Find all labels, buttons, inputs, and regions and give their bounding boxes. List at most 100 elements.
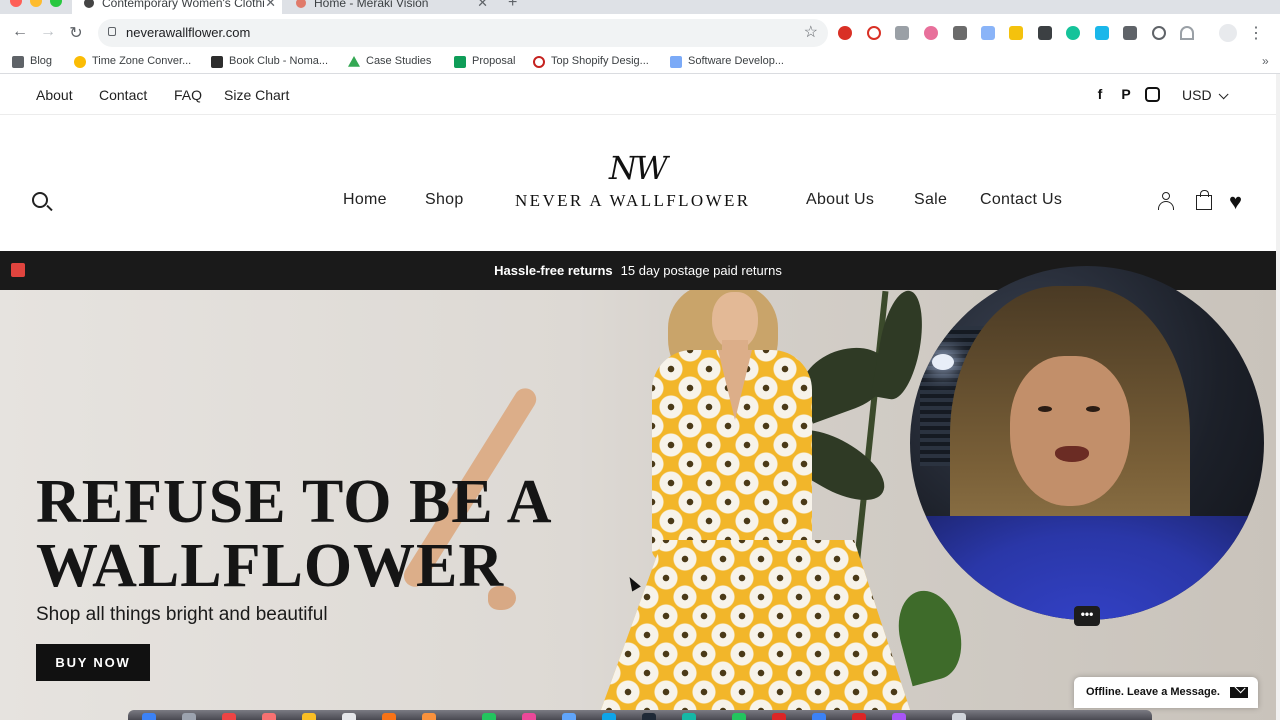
main-header: Home Shop NW NEVER A WALLFLOWER About Us… (0, 115, 1276, 251)
dock-app-icon[interactable] (682, 713, 696, 720)
envelope-icon (1230, 687, 1248, 698)
dock-app-icon[interactable] (732, 713, 746, 720)
extension-icon[interactable] (1180, 26, 1194, 40)
presenter-eye (1038, 406, 1052, 412)
nav-home[interactable]: Home (343, 191, 387, 209)
extension-icon[interactable] (1038, 26, 1052, 40)
bookmark-book-club[interactable]: Book Club - Noma... (211, 55, 329, 68)
utility-link-contact[interactable]: Contact (99, 87, 147, 103)
logo-monogram[interactable]: NW (609, 149, 668, 187)
dock-app-icon[interactable] (222, 713, 236, 720)
tab-title: Home - Meraki Vision (314, 0, 429, 10)
browser-tab-active[interactable]: Contemporary Women's Clothi ✕ (72, 0, 282, 14)
dock-app-icon[interactable] (602, 713, 616, 720)
dock-app-icon[interactable] (182, 713, 196, 720)
dock-app-icon[interactable] (772, 713, 786, 720)
bookmark-top-shopify[interactable]: Top Shopify Desig... (533, 55, 649, 68)
extension-icon[interactable] (981, 26, 995, 40)
bookmark-blog[interactable]: Blog (12, 55, 52, 68)
reload-icon[interactable]: ↻ (66, 23, 86, 43)
extension-icon[interactable] (1123, 26, 1137, 40)
buy-now-button[interactable]: BUY NOW (36, 644, 150, 681)
close-tab-icon[interactable]: ✕ (265, 0, 276, 12)
wishlist-heart-icon[interactable]: ♥ (1229, 191, 1242, 213)
currency-selector[interactable]: USD (1182, 87, 1229, 103)
minimize-window-button[interactable] (30, 0, 42, 7)
dock-app-icon[interactable] (262, 713, 276, 720)
camera-extension-icon[interactable] (895, 26, 909, 40)
browser-tab[interactable]: Home - Meraki Vision ✕ (284, 0, 494, 14)
time-zone-icon (74, 56, 86, 68)
dock-app-icon[interactable] (142, 713, 156, 720)
utility-link-about[interactable]: About (36, 87, 73, 103)
dock-app-icon[interactable] (482, 713, 496, 720)
hero-headline: REFUSE TO BE A WALLFLOWER (36, 470, 553, 598)
logo-wordmark[interactable]: NEVER A WALLFLOWER (515, 191, 751, 211)
meraki-favicon-icon (296, 0, 306, 8)
dock-app-icon[interactable] (642, 713, 656, 720)
nav-shop[interactable]: Shop (425, 191, 464, 209)
bookmark-label: Software Develop... (688, 55, 784, 67)
bookmark-time-zone[interactable]: Time Zone Conver... (74, 55, 191, 68)
extension-icon[interactable] (924, 26, 938, 40)
dock-app-icon[interactable] (522, 713, 536, 720)
dock-app-icon[interactable] (952, 713, 966, 720)
maximize-window-button[interactable] (50, 0, 62, 7)
dock-app-icon[interactable] (342, 713, 356, 720)
chevron-down-icon (1218, 89, 1229, 100)
extension-icon[interactable] (953, 26, 967, 40)
chat-widget[interactable]: Offline. Leave a Message. (1074, 677, 1258, 708)
extension-icon[interactable] (1152, 26, 1166, 40)
macos-dock (128, 710, 1152, 720)
blocker-extension-icon[interactable] (867, 26, 881, 40)
bookmark-star-icon[interactable]: ☆ (804, 22, 818, 42)
nav-about-us[interactable]: About Us (806, 191, 874, 209)
tab-title: Contemporary Women's Clothi (102, 0, 265, 10)
webcam-bubble[interactable] (910, 266, 1264, 620)
bookmarks-overflow-icon[interactable]: » (1262, 54, 1269, 68)
utility-link-size-chart[interactable]: Size Chart (224, 87, 289, 103)
dock-app-icon[interactable] (852, 713, 866, 720)
bookmark-label: Top Shopify Desig... (551, 55, 649, 67)
instagram-icon[interactable] (1145, 87, 1160, 102)
dock-app-icon[interactable] (812, 713, 826, 720)
dock-app-icon[interactable] (302, 713, 316, 720)
new-tab-button[interactable]: + (508, 0, 517, 12)
nav-sale[interactable]: Sale (914, 191, 947, 209)
back-icon[interactable]: ← (10, 23, 30, 41)
profile-avatar[interactable] (1219, 24, 1237, 42)
dock-app-icon[interactable] (562, 713, 576, 720)
extension-icon[interactable] (1009, 26, 1023, 40)
forward-icon[interactable]: → (38, 23, 58, 41)
vimeo-icon[interactable] (1095, 26, 1109, 40)
facebook-icon[interactable]: f (1092, 86, 1108, 102)
dock-app-icon[interactable] (382, 713, 396, 720)
utility-link-faq[interactable]: FAQ (174, 87, 202, 103)
pinterest-icon[interactable]: P (1118, 86, 1134, 102)
bookmark-case-studies[interactable]: Case Studies (348, 55, 431, 67)
clutch-icon (533, 56, 545, 68)
floral-dress-skirt (590, 540, 920, 720)
bookmark-label: Book Club - Noma... (229, 55, 329, 67)
browser-tab-strip: Contemporary Women's Clothi ✕ Home - Mer… (0, 0, 1280, 14)
nav-contact-us[interactable]: Contact Us (980, 191, 1062, 209)
bookmark-software-develop[interactable]: Software Develop... (670, 55, 784, 68)
dock-app-icon[interactable] (892, 713, 906, 720)
grammarly-icon[interactable] (1066, 26, 1080, 40)
extension-icon[interactable] (838, 26, 852, 40)
address-bar[interactable]: neverawallflower.com ☆ (98, 19, 828, 47)
cart-bag-icon[interactable] (1196, 190, 1212, 210)
browser-menu-icon[interactable]: ⋮ (1246, 23, 1266, 43)
hero-subheading: Shop all things bright and beautiful (36, 604, 328, 625)
dock-app-icon[interactable] (422, 713, 436, 720)
bookmark-label: Proposal (472, 55, 516, 67)
webcam-options-button[interactable]: ••• (1074, 606, 1100, 626)
page-scrollbar[interactable] (1276, 74, 1280, 720)
search-icon[interactable] (32, 192, 48, 208)
bookmark-proposal[interactable]: Proposal (454, 55, 516, 68)
presenter-shirt (910, 516, 1264, 620)
url-text: neverawallflower.com (126, 25, 251, 40)
close-tab-icon[interactable]: ✕ (477, 0, 488, 12)
account-icon[interactable] (1157, 192, 1175, 210)
close-window-button[interactable] (10, 0, 22, 7)
